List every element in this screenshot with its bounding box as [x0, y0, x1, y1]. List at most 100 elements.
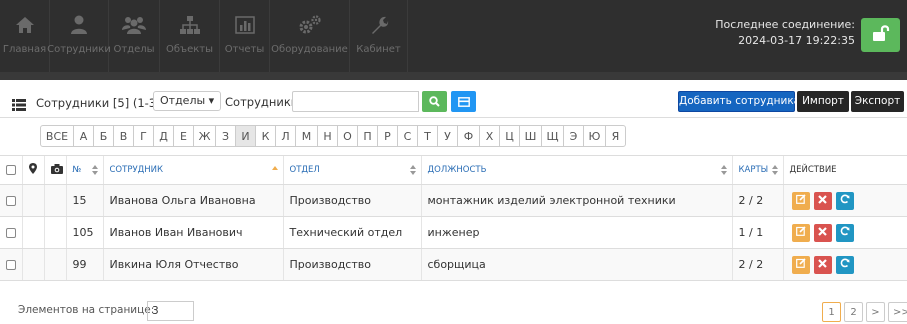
- letter-filter-button[interactable]: О: [337, 125, 358, 147]
- number-column-header[interactable]: №: [65, 155, 103, 185]
- number-cell: 105: [65, 216, 103, 249]
- add-employee-button[interactable]: Добавить сотрудника: [678, 91, 800, 112]
- main-nav: Главная Сотрудники Отделы Объекты Отчеты: [0, 0, 408, 72]
- nav-item-reports[interactable]: Отчеты: [220, 0, 270, 72]
- row-select-cell: [0, 216, 22, 249]
- select-all-checkbox[interactable]: [6, 164, 16, 175]
- nav-item-departments[interactable]: Отделы: [109, 0, 160, 72]
- letter-filter-button[interactable]: Ф: [457, 125, 480, 147]
- import-button[interactable]: Импорт: [797, 91, 849, 112]
- nav-item-objects[interactable]: Объекты: [160, 0, 220, 72]
- letter-filter-button[interactable]: Д: [153, 125, 174, 147]
- letter-filter-button[interactable]: Э: [563, 125, 584, 147]
- letter-filter-button[interactable]: ВСЕ: [40, 125, 74, 147]
- nav-item-employees[interactable]: Сотрудники: [47, 0, 111, 72]
- cards-column-header[interactable]: Карты: [731, 155, 783, 185]
- letter-filter-button[interactable]: Л: [275, 125, 296, 147]
- position-column-header[interactable]: Должность: [420, 155, 732, 185]
- employee-column-header[interactable]: Сотрудник: [102, 155, 283, 185]
- letter-filter-button[interactable]: Е: [173, 125, 194, 147]
- letter-filter-button[interactable]: Х: [479, 125, 500, 147]
- employees-table-body: 15 Иванова Ольга Ивановна Производство монт…: [0, 184, 907, 281]
- letter-filter-button[interactable]: Ж: [193, 125, 216, 147]
- per-page-label: Элементов на странице:: [18, 304, 155, 316]
- sort-icon: [771, 165, 778, 178]
- nav-label: Сотрудники: [47, 44, 111, 55]
- position-cell: сборщица: [420, 248, 732, 281]
- map-marker-icon: [28, 163, 37, 177]
- letter-filter-button[interactable]: Ю: [583, 125, 606, 147]
- letter-filter-button[interactable]: И: [235, 125, 256, 147]
- table-row[interactable]: 15 Иванова Ольга Ивановна Производство монт…: [0, 184, 907, 217]
- delete-button[interactable]: [813, 255, 832, 274]
- department-cell: Производство: [282, 248, 421, 281]
- search-button[interactable]: [422, 91, 447, 112]
- photo-cell: [43, 184, 66, 217]
- sync-button[interactable]: [835, 191, 854, 210]
- letter-filter-button[interactable]: Г: [133, 125, 154, 147]
- export-button[interactable]: Экспорт: [851, 91, 904, 112]
- photo-cell: [43, 216, 66, 249]
- edit-button[interactable]: [791, 223, 810, 242]
- row-select-cell: [0, 248, 22, 281]
- page-button[interactable]: >: [866, 302, 885, 322]
- row-checkbox[interactable]: [6, 228, 16, 238]
- nav-item-home[interactable]: Главная: [0, 0, 50, 72]
- card-view-button[interactable]: [451, 91, 476, 112]
- nav-label: Объекты: [165, 44, 214, 55]
- letter-filter-button[interactable]: П: [357, 125, 378, 147]
- nav-item-equipment[interactable]: Оборудование: [270, 0, 350, 72]
- letter-filter-button[interactable]: У: [437, 125, 458, 147]
- page-button[interactable]: >>: [888, 302, 907, 322]
- number-cell: 99: [65, 248, 103, 281]
- employee-name-cell: Иванова Ольга Ивановна: [102, 184, 283, 217]
- table-row[interactable]: 105 Иванов Иван Иванович Технический отдел…: [0, 216, 907, 249]
- letter-filter-button[interactable]: Ц: [499, 125, 520, 147]
- sync-button[interactable]: [835, 255, 854, 274]
- letter-filter-button[interactable]: Р: [377, 125, 398, 147]
- last-connection-label: Последнее соединение:: [715, 18, 855, 31]
- sort-icon: [409, 165, 416, 178]
- page-button[interactable]: 1: [822, 302, 841, 322]
- letter-filter-button[interactable]: Н: [317, 125, 338, 147]
- home-icon: [15, 12, 35, 38]
- photo-column-header[interactable]: [43, 155, 66, 185]
- users-icon: [122, 12, 146, 38]
- nav-item-cabinet[interactable]: Кабинет: [350, 0, 408, 72]
- refresh-icon: [840, 226, 850, 239]
- row-checkbox[interactable]: [6, 196, 16, 206]
- unlock-icon: [872, 24, 890, 46]
- letter-filter-button[interactable]: Щ: [541, 125, 564, 147]
- delete-button[interactable]: [813, 223, 832, 242]
- letter-filter-button[interactable]: Т: [417, 125, 438, 147]
- edit-icon: [795, 226, 806, 239]
- edit-button[interactable]: [791, 255, 810, 274]
- letter-filter-button[interactable]: А: [73, 125, 94, 147]
- per-page-input[interactable]: 3: [147, 301, 194, 321]
- sort-icon: [720, 165, 727, 178]
- row-checkbox[interactable]: [6, 260, 16, 270]
- letter-filter-button[interactable]: З: [215, 125, 236, 147]
- department-column-header[interactable]: Отдел: [282, 155, 421, 185]
- position-cell: монтажник изделий электронной техники: [420, 184, 732, 217]
- last-connection-timestamp: 2024-03-17 19:22:35: [738, 34, 855, 47]
- sync-button[interactable]: [835, 223, 854, 242]
- letter-filter-button[interactable]: М: [295, 125, 318, 147]
- letter-filter-button[interactable]: Я: [605, 125, 626, 147]
- letter-filter-button[interactable]: С: [397, 125, 418, 147]
- letter-filter-button[interactable]: Ш: [519, 125, 542, 147]
- departments-dropdown[interactable]: Отделы ▾: [153, 91, 222, 111]
- letter-filter-button[interactable]: К: [255, 125, 276, 147]
- logout-button[interactable]: [861, 18, 900, 52]
- delete-button[interactable]: [813, 191, 832, 210]
- edit-icon: [795, 258, 806, 271]
- edit-button[interactable]: [791, 191, 810, 210]
- letter-filter-button[interactable]: Б: [93, 125, 114, 147]
- cards-cell: 2 / 2: [731, 248, 783, 281]
- table-row[interactable]: 99 Ивкина Юля Отчество Производство сборщиц…: [0, 248, 907, 281]
- location-column-header[interactable]: [21, 155, 44, 185]
- page-button[interactable]: 2: [844, 302, 863, 322]
- employee-search-input[interactable]: [292, 91, 419, 112]
- chart-icon: [234, 12, 255, 38]
- letter-filter-button[interactable]: В: [113, 125, 134, 147]
